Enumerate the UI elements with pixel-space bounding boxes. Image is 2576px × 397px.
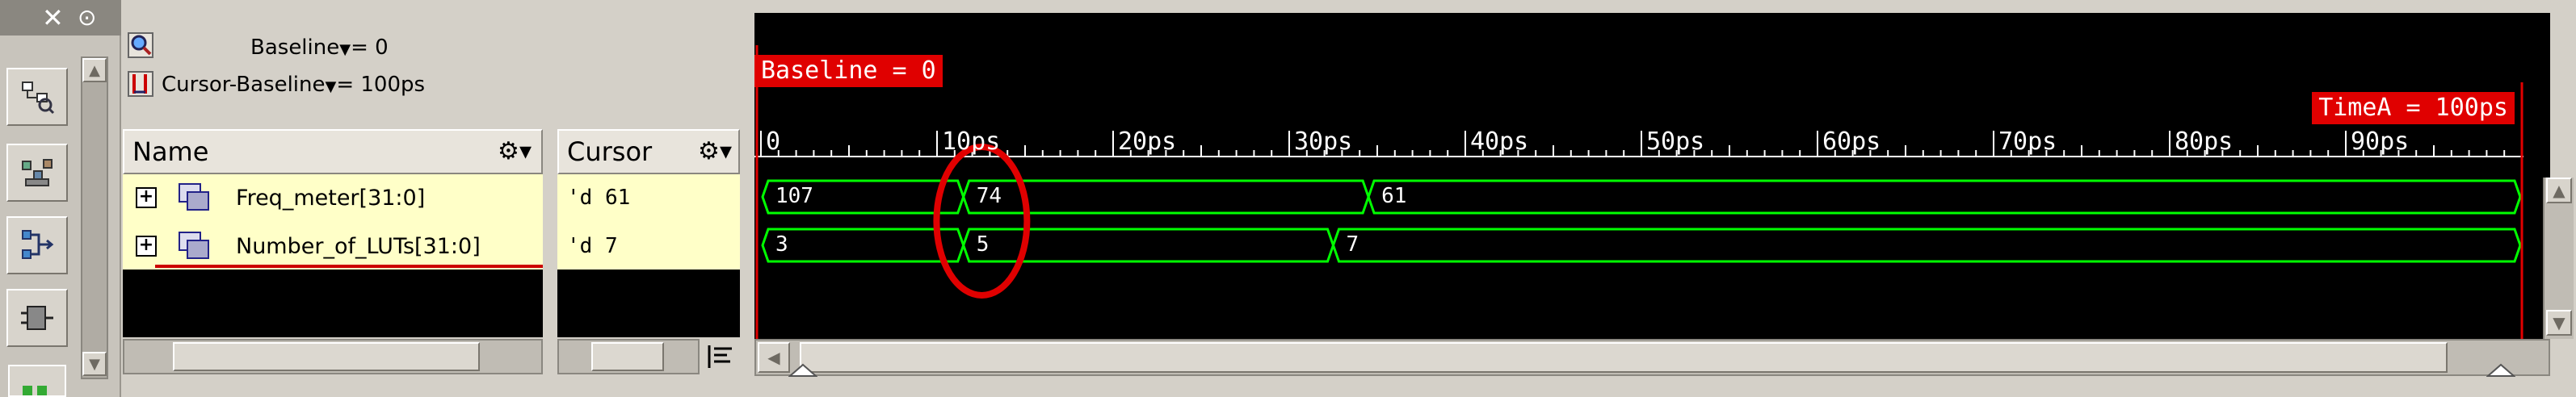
scroll-up-button[interactable]: ▲ bbox=[82, 58, 107, 82]
name-header-label: Name bbox=[132, 136, 209, 167]
waveform-area[interactable]: Baseline = 0 TimeA = 100ps 0 10ps 20ps 30ps… bbox=[754, 13, 2550, 339]
baseline-marker-label[interactable]: Baseline = 0 bbox=[754, 55, 943, 87]
cursor-value: 'd 7 bbox=[567, 234, 618, 258]
cursor-baseline-value: = 100ps bbox=[336, 73, 426, 97]
bus-segment bbox=[1367, 179, 2522, 215]
selection-underline bbox=[155, 265, 543, 268]
gear-icon[interactable]: ⚙▾ bbox=[498, 137, 532, 165]
tool-icon-fragment bbox=[37, 386, 47, 395]
baseline-info: Baseline▼= 0 bbox=[250, 36, 389, 60]
bus-segment bbox=[1331, 228, 2522, 263]
chevron-down-icon[interactable]: ▼ bbox=[339, 41, 351, 58]
scroll-down-button[interactable]: ▼ bbox=[82, 352, 107, 376]
time-tick-label: 80ps bbox=[2175, 127, 2234, 156]
cursor-baseline-label: Cursor-Baseline bbox=[162, 73, 326, 97]
waveform-hscrollbar[interactable]: ◀ bbox=[754, 339, 2550, 378]
cursor-pane-empty bbox=[557, 270, 740, 337]
signal-flow-icon bbox=[22, 230, 54, 259]
cursor-baseline-info: Cursor-Baseline▼= 100ps bbox=[162, 73, 425, 97]
hierarchy-tool-button[interactable] bbox=[6, 68, 68, 126]
time-tick-label: 0 bbox=[766, 127, 781, 156]
scroll-thumb[interactable] bbox=[591, 342, 664, 371]
gear-icon[interactable]: ⚙▾ bbox=[698, 137, 732, 165]
scroll-thumb[interactable] bbox=[800, 342, 2448, 373]
bus-signal-icon bbox=[179, 232, 209, 259]
schematic-icon bbox=[22, 159, 53, 186]
scroll-down-button[interactable]: ▼ bbox=[2546, 310, 2572, 336]
timeA-marker-label[interactable]: TimeA = 100ps bbox=[2312, 92, 2515, 124]
name-pane-scrollbar[interactable] bbox=[123, 339, 543, 374]
zoom-button[interactable] bbox=[128, 32, 153, 58]
time-tick-label: 90ps bbox=[2351, 127, 2410, 156]
time-tick-label: 60ps bbox=[1822, 127, 1881, 156]
time-tick-label: 20ps bbox=[1118, 127, 1177, 156]
signal-name-list: + Freq_meter[31:0] + Number_of_LUTs[31:0… bbox=[123, 174, 543, 270]
cursor-column-header[interactable]: Cursor ⚙▾ bbox=[557, 129, 740, 174]
time-tick-label: 30ps bbox=[1294, 127, 1353, 156]
bus-value: 3 bbox=[775, 232, 788, 257]
cursor-pane-scrollbar[interactable] bbox=[557, 339, 700, 374]
scroll-left-button[interactable]: ◀ bbox=[758, 342, 790, 373]
close-icon[interactable]: ✕ bbox=[42, 0, 64, 36]
name-column-header[interactable]: Name ⚙▾ bbox=[123, 129, 543, 174]
baseline-handle-icon[interactable] bbox=[788, 363, 817, 378]
bus-value: 107 bbox=[775, 184, 813, 208]
cursor-baseline-button[interactable] bbox=[128, 71, 153, 97]
module-tool-button[interactable] bbox=[6, 289, 68, 347]
zoom-icon bbox=[128, 32, 153, 58]
waveform-vscrollbar[interactable]: ▲ ▼ bbox=[2543, 178, 2574, 339]
module-icon bbox=[21, 306, 53, 330]
signal-flow-tool-button[interactable] bbox=[6, 216, 68, 274]
cursor-value: 'd 61 bbox=[567, 186, 631, 210]
cursor-header-label: Cursor bbox=[567, 136, 653, 167]
signal-name[interactable]: Freq_meter[31:0] bbox=[236, 186, 425, 211]
signal-name[interactable]: Number_of_LUTs[31:0] bbox=[236, 234, 481, 259]
bus-value: 5 bbox=[976, 232, 990, 257]
signal-row[interactable]: + Freq_meter[31:0] bbox=[123, 174, 543, 221]
schematic-tool-button[interactable] bbox=[6, 144, 68, 202]
hierarchy-icon bbox=[22, 81, 55, 115]
bus-segment bbox=[761, 228, 965, 263]
time-tick-label: 40ps bbox=[1470, 127, 1529, 156]
waveform-canvas[interactable] bbox=[754, 13, 2550, 339]
baseline-label: Baseline bbox=[250, 36, 340, 60]
signal-row[interactable]: + Number_of_LUTs[31:0] bbox=[123, 223, 543, 270]
baseline-value: = 0 bbox=[351, 36, 389, 60]
cursor-baseline-icon bbox=[128, 71, 153, 97]
bus-value: 74 bbox=[976, 184, 1002, 208]
align-icon bbox=[708, 345, 732, 368]
timeA-handle-icon[interactable] bbox=[2486, 363, 2515, 378]
expand-icon[interactable]: + bbox=[136, 187, 157, 208]
time-tick-label: 50ps bbox=[1646, 127, 1705, 156]
pin-icon[interactable]: ⊙ bbox=[78, 0, 96, 36]
expand-icon[interactable]: + bbox=[136, 236, 157, 257]
bus-value: 61 bbox=[1381, 184, 1407, 208]
bus-signal-icon bbox=[179, 183, 209, 211]
scroll-up-button[interactable]: ▲ bbox=[2546, 178, 2572, 203]
tool-icon-fragment bbox=[23, 386, 32, 395]
name-pane-empty bbox=[123, 270, 543, 337]
time-tick-label: 70ps bbox=[1998, 127, 2057, 156]
tool-strip: ✕ ⊙ ▲ ▼ bbox=[0, 0, 121, 397]
strip-title-bar: ✕ ⊙ bbox=[0, 0, 121, 36]
tool-strip-scrollbar[interactable]: ▲ ▼ bbox=[81, 56, 108, 379]
time-tick-label: 10ps bbox=[942, 127, 1001, 156]
scroll-thumb[interactable] bbox=[173, 342, 480, 371]
highlight-annotation bbox=[933, 144, 1031, 299]
more-tools-button[interactable] bbox=[8, 365, 66, 397]
bus-value: 7 bbox=[1346, 232, 1359, 257]
align-button[interactable] bbox=[704, 341, 737, 373]
chevron-down-icon[interactable]: ▼ bbox=[326, 78, 337, 95]
cursor-value-list: 'd 61 'd 7 bbox=[557, 174, 740, 270]
